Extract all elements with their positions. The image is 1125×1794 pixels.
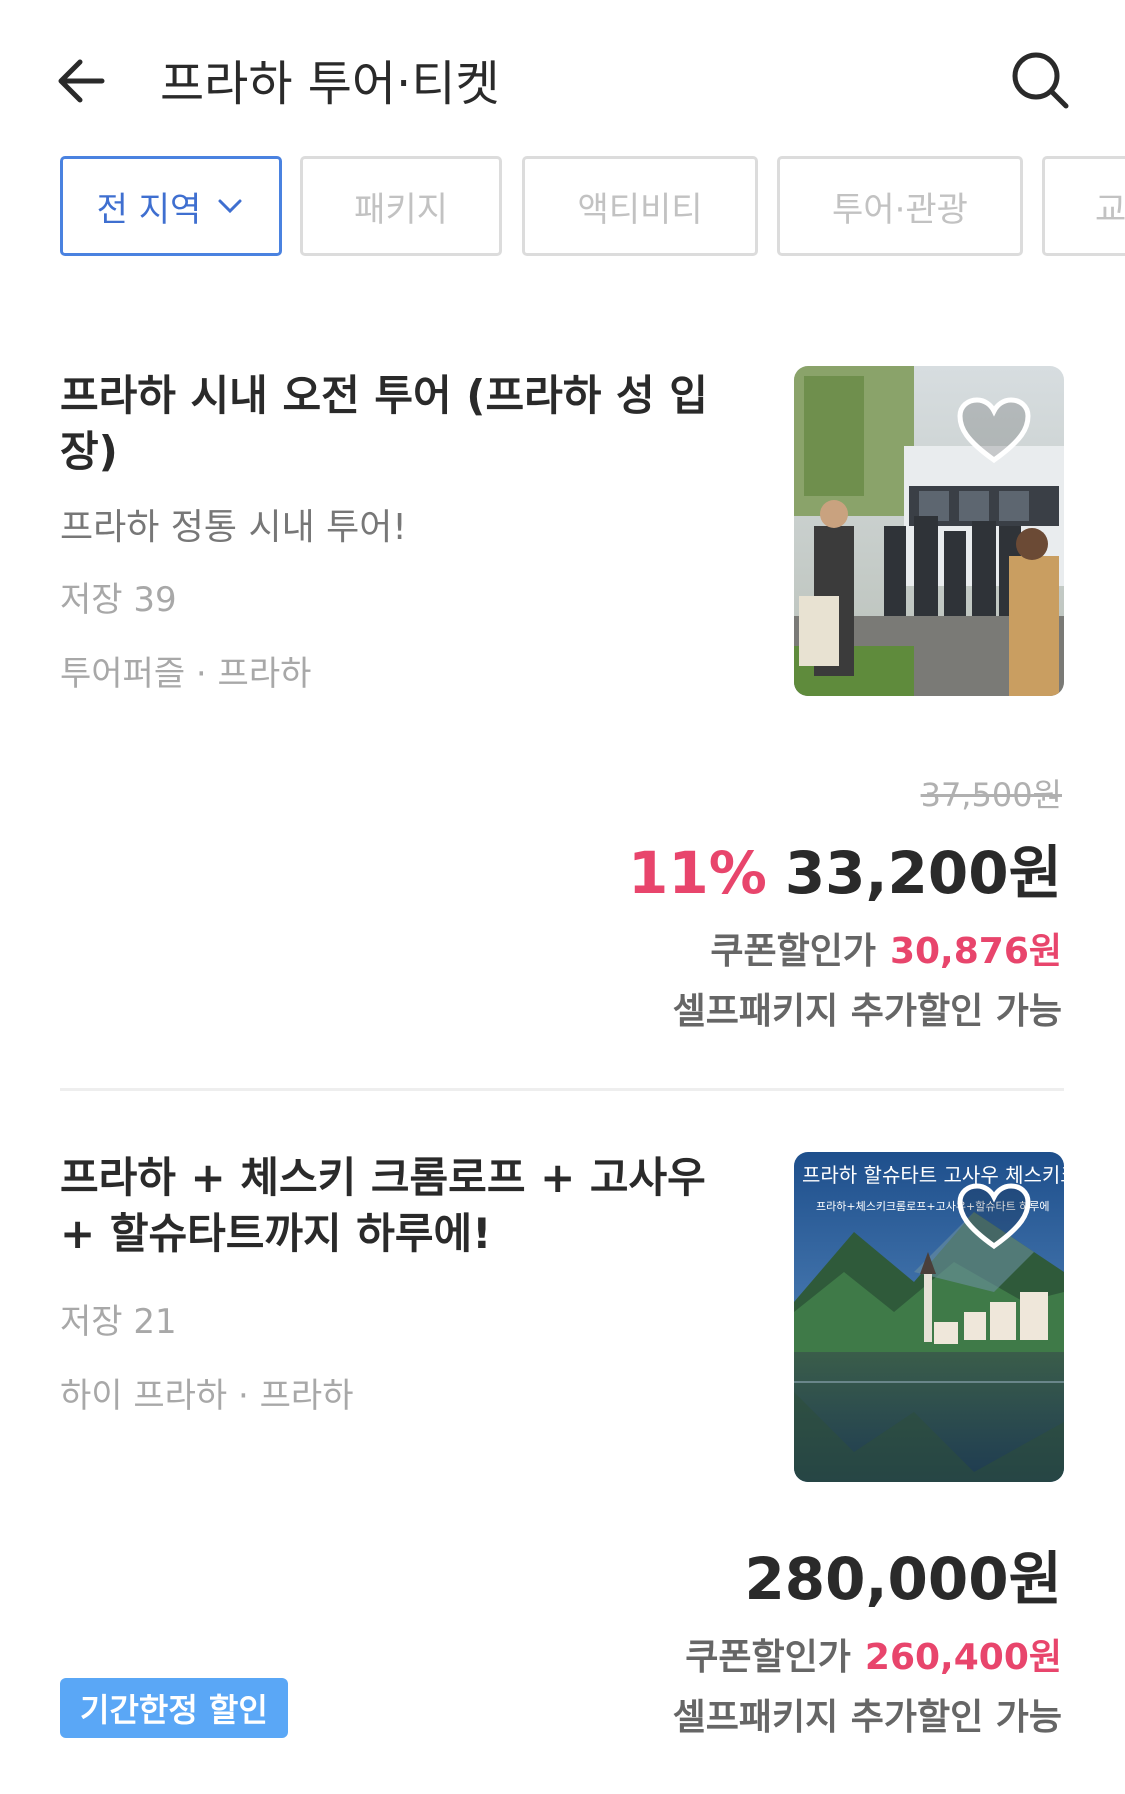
heart-icon (957, 1183, 1031, 1250)
wishlist-button[interactable] (956, 396, 1032, 466)
filter-label: 투어·관광 (832, 189, 968, 230)
provider-location: 투어퍼즐 · 프라하 (60, 654, 312, 694)
coupon-label: 쿠폰할인가 (685, 1637, 851, 1678)
filter-tour-sightseeing[interactable]: 투어·관광 (777, 156, 1023, 256)
category-filter-bar: 전 지역 패키지 액티비티 투어·관광 교 (60, 156, 1125, 260)
arrow-left-icon (58, 59, 105, 103)
sale-price: 280,000원 (744, 1545, 1062, 1613)
product-title-line: 프라하 시내 오전 투어 (프라하 성 입 (60, 371, 708, 420)
filter-label: 교 (1095, 189, 1125, 230)
filter-label: 패키지 (354, 189, 448, 230)
self-package-discount-note: 셀프패키지 추가할인 가능 (672, 991, 1062, 1032)
self-package-discount-note: 셀프패키지 추가할인 가능 (672, 1697, 1062, 1738)
sale-price: 33,200원 (784, 839, 1062, 907)
filter-all-regions[interactable]: 전 지역 (60, 156, 282, 256)
provider-location: 하이 프라하 · 프라하 (60, 1376, 354, 1416)
coupon-price-row: 쿠폰할인가 260,400원 (685, 1628, 1062, 1680)
chevron-down-icon (218, 199, 242, 214)
wishlist-button[interactable] (956, 1182, 1032, 1252)
search-button[interactable] (1000, 40, 1080, 120)
coupon-price: 30,876원 (889, 931, 1062, 972)
back-button[interactable] (50, 40, 130, 120)
filter-package[interactable]: 패키지 (300, 156, 502, 256)
filter-label: 액티비티 (577, 189, 703, 230)
page-title: 프라하 투어·티켓 (160, 56, 500, 112)
product-title: 프라하 시내 오전 투어 (프라하 성 입 장) (60, 368, 740, 480)
product-thumbnail[interactable] (794, 366, 1064, 696)
search-icon (1012, 52, 1069, 109)
product-title-line: + 할슈타트까지 하루에! (60, 1209, 492, 1258)
filter-activity[interactable]: 액티비티 (522, 156, 758, 256)
product-subtitle: 프라하 정통 시내 투어! (60, 507, 407, 548)
coupon-price-row: 쿠폰할인가 30,876원 (710, 922, 1062, 974)
product-title-line: 장) (60, 427, 118, 476)
heart-icon (957, 397, 1031, 464)
product-title-line: 프라하 + 체스키 크롬로프 + 고사우 (60, 1153, 706, 1202)
save-count: 저장 21 (60, 1302, 177, 1342)
save-count: 저장 39 (60, 580, 177, 620)
coupon-label: 쿠폰할인가 (710, 931, 876, 972)
price-row: 11% 33,200원 (628, 826, 1062, 910)
filter-label: 전 지역 (96, 189, 202, 230)
filter-transport[interactable]: 교 (1042, 156, 1125, 256)
limited-time-discount-badge: 기간한정 할인 (60, 1678, 288, 1738)
product-thumbnail[interactable]: 프라하 할슈타트 고사우 체스키크롬로프 프라하+체스키크롬로프+고사우+할슈타… (794, 1152, 1064, 1482)
discount-rate: 11% (627, 839, 767, 907)
coupon-price: 260,400원 (864, 1637, 1062, 1678)
top-bar: 프라하 투어·티켓 (0, 0, 1125, 150)
original-price: 37,500원 (920, 776, 1062, 814)
card-divider (60, 1088, 1064, 1091)
product-title: 프라하 + 체스키 크롬로프 + 고사우 + 할슈타트까지 하루에! (60, 1150, 740, 1262)
